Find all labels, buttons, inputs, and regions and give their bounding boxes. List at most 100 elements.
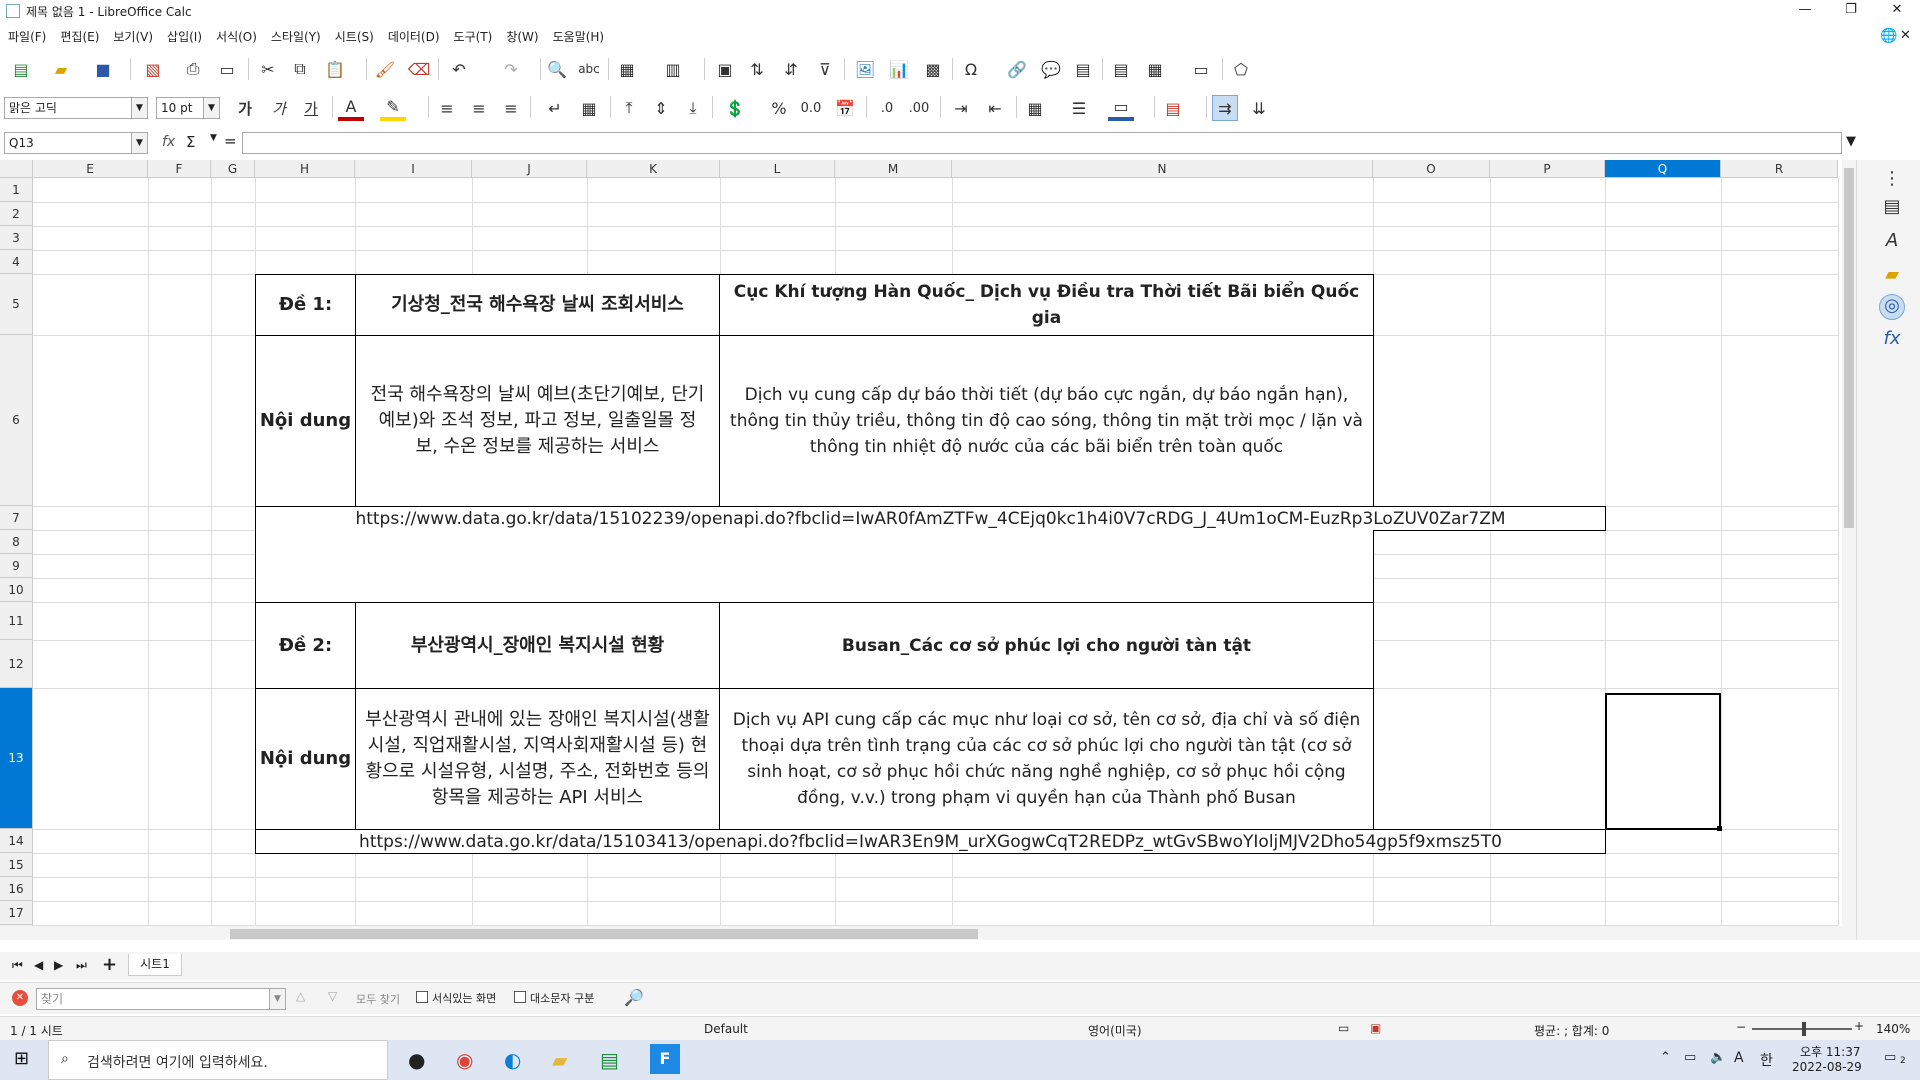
ime-mode-indicator[interactable]: 한 <box>1760 1050 1773 1070</box>
menu-tools[interactable]: 도구(T) <box>446 24 499 50</box>
column-header-l[interactable]: L <box>720 160 835 178</box>
notification-icon[interactable]: ▭ <box>1884 1050 1896 1065</box>
new-document-icon[interactable]: ▤ <box>8 56 34 82</box>
cell-noidung1-label[interactable]: Nội dung <box>255 335 356 507</box>
row-header-11[interactable]: 11 <box>0 602 33 640</box>
row-icon[interactable]: ▦ <box>614 56 640 82</box>
define-print-area-icon[interactable]: ▤ <box>1108 56 1134 82</box>
column-header-m[interactable]: M <box>835 160 952 178</box>
split-window-icon[interactable]: ▭ <box>1188 56 1214 82</box>
row-header-3[interactable]: 3 <box>0 226 33 250</box>
column-header-e[interactable]: E <box>33 160 148 178</box>
decrease-indent-icon[interactable]: ⇤ <box>982 95 1008 121</box>
align-center-icon[interactable]: ≡ <box>466 95 492 121</box>
function-wizard-icon[interactable]: fx <box>162 134 175 150</box>
font-size-combo[interactable]: 10 pt ▼ <box>156 97 220 119</box>
cell-title2-korean[interactable]: 부산광역시_장애인 복지시설 현황 <box>355 602 720 689</box>
insert-chart-icon[interactable]: 📊 <box>886 56 912 82</box>
menu-styles[interactable]: 스타일(Y) <box>263 24 327 50</box>
freeze-rows-icon[interactable]: ▦ <box>1142 56 1168 82</box>
volume-icon[interactable]: 🔈 <box>1710 1050 1726 1065</box>
redo-icon[interactable]: ↷ <box>498 56 524 82</box>
cell-noidung2-label[interactable]: Nội dung <box>255 688 356 830</box>
spreadsheet-grid[interactable]: E F G H I J K L M N O P Q R 1 2 3 4 5 6 … <box>0 160 1856 940</box>
libreoffice-calc-taskbar-icon[interactable]: ▤ <box>600 1048 619 1072</box>
column-header-n[interactable]: N <box>952 160 1373 178</box>
zoom-out-icon[interactable]: − <box>1736 1020 1746 1034</box>
close-document-icon[interactable]: ✕ <box>1900 28 1911 43</box>
expand-formula-icon[interactable]: ▼ <box>1846 134 1856 149</box>
clone-formatting-icon[interactable]: 🖌 <box>372 56 398 82</box>
clear-formatting-icon[interactable]: ⌫ <box>406 56 432 82</box>
highlight-color-icon[interactable]: ✎ <box>380 95 406 121</box>
comment-icon[interactable]: 💬 <box>1038 56 1064 82</box>
last-sheet-icon[interactable]: ⏭ <box>76 958 87 973</box>
border-style-icon[interactable]: ☰ <box>1066 95 1092 121</box>
text-direction-ltr-icon[interactable]: ⇉ <box>1212 95 1238 121</box>
delete-decimal-icon[interactable]: .00 <box>906 95 932 121</box>
row-header-12[interactable]: 12 <box>0 640 33 688</box>
show-draw-functions-icon[interactable]: ⬠ <box>1228 56 1254 82</box>
clock-time[interactable]: 오후 11:37 <box>1800 1043 1860 1060</box>
fill-handle[interactable] <box>1717 826 1722 831</box>
page-style[interactable]: Default <box>704 1022 748 1036</box>
chrome-icon[interactable]: ◉ <box>456 1048 473 1072</box>
menu-view[interactable]: 보기(V) <box>105 24 159 50</box>
row-header-15[interactable]: 15 <box>0 853 33 877</box>
properties-icon[interactable]: ▤ <box>1879 196 1905 222</box>
formatted-display-checkbox[interactable] <box>416 991 428 1003</box>
row-header-7[interactable]: 7 <box>0 506 33 530</box>
row-header-10[interactable]: 10 <box>0 578 33 602</box>
pivot-table-icon[interactable]: ▩ <box>920 56 946 82</box>
menu-help[interactable]: 도움말(H) <box>545 24 611 50</box>
spelling-icon[interactable]: abc <box>576 56 602 82</box>
menu-sheet[interactable]: 시트(S) <box>327 24 380 50</box>
previous-sheet-icon[interactable]: ◀ <box>34 958 43 972</box>
date-format-icon[interactable]: 📅 <box>832 95 858 121</box>
cell-title1-korean[interactable]: 기상청_전국 해수욕장 날씨 조회서비스 <box>355 274 720 336</box>
borders-icon[interactable]: ▦ <box>1022 95 1048 121</box>
cell-content2-korean[interactable]: 부산광역시 관내에 있는 장애인 복지시설(생활시설, 직업재활시설, 지역사회… <box>355 688 720 830</box>
menu-file[interactable]: 파일(F) <box>0 24 52 50</box>
zoom-in-icon[interactable]: + <box>1854 1019 1864 1033</box>
sheet-tab-1[interactable]: 시트1 <box>128 954 182 976</box>
currency-format-icon[interactable]: 💲 <box>722 95 748 121</box>
align-right-icon[interactable]: ≡ <box>498 95 524 121</box>
active-cell-cursor[interactable] <box>1605 693 1721 830</box>
edge-icon[interactable]: ◐ <box>504 1048 521 1072</box>
row-header-14[interactable]: 14 <box>0 829 33 853</box>
vertical-scrollbar[interactable] <box>1842 160 1856 940</box>
chevron-down-icon[interactable]: ▼ <box>203 98 219 118</box>
close-find-icon[interactable]: ✕ <box>12 990 28 1006</box>
print-icon[interactable]: ⎙ <box>180 56 206 82</box>
bold-button[interactable]: 가 <box>232 95 258 121</box>
header-footer-icon[interactable]: ▤ <box>1070 56 1096 82</box>
app-f-taskbar-icon[interactable]: F <box>650 1044 680 1074</box>
column-header-o[interactable]: O <box>1373 160 1490 178</box>
column-header-r[interactable]: R <box>1721 160 1838 178</box>
next-sheet-icon[interactable]: ▶ <box>54 958 63 972</box>
close-button[interactable]: ✕ <box>1874 0 1920 22</box>
globe-icon[interactable]: 🌐 <box>1880 28 1897 44</box>
select-all-corner[interactable] <box>0 160 33 178</box>
input-indicator[interactable]: A <box>1734 1050 1744 1066</box>
column-icon[interactable]: ▥ <box>660 56 686 82</box>
network-icon[interactable]: ▭ <box>1684 1050 1696 1065</box>
find-replace-dialog-icon[interactable]: 🔎 <box>624 988 644 1007</box>
find-all-button[interactable]: 모두 찾기 <box>356 991 400 1007</box>
row-header-17[interactable]: 17 <box>0 901 33 925</box>
horizontal-scrollbar[interactable] <box>0 926 1842 940</box>
row-header-9[interactable]: 9 <box>0 554 33 578</box>
first-sheet-icon[interactable]: ⏮ <box>12 958 23 973</box>
taskbar-search-box[interactable]: ⌕ 검색하려면 여기에 입력하세요. <box>48 1040 388 1080</box>
cell-url2[interactable]: https://www.data.go.kr/data/15103413/ope… <box>255 829 1606 854</box>
row-header-13[interactable]: 13 <box>0 688 33 829</box>
column-header-p[interactable]: P <box>1490 160 1605 178</box>
underline-button[interactable]: 가 <box>298 95 324 121</box>
column-header-h[interactable]: H <box>255 160 355 178</box>
find-previous-icon[interactable]: △ <box>296 989 305 1003</box>
font-color-icon[interactable]: A <box>338 95 364 121</box>
find-replace-icon[interactable]: 🔍 <box>544 56 570 82</box>
menu-data[interactable]: 데이터(D) <box>380 24 446 50</box>
column-header-g[interactable]: G <box>211 160 255 178</box>
